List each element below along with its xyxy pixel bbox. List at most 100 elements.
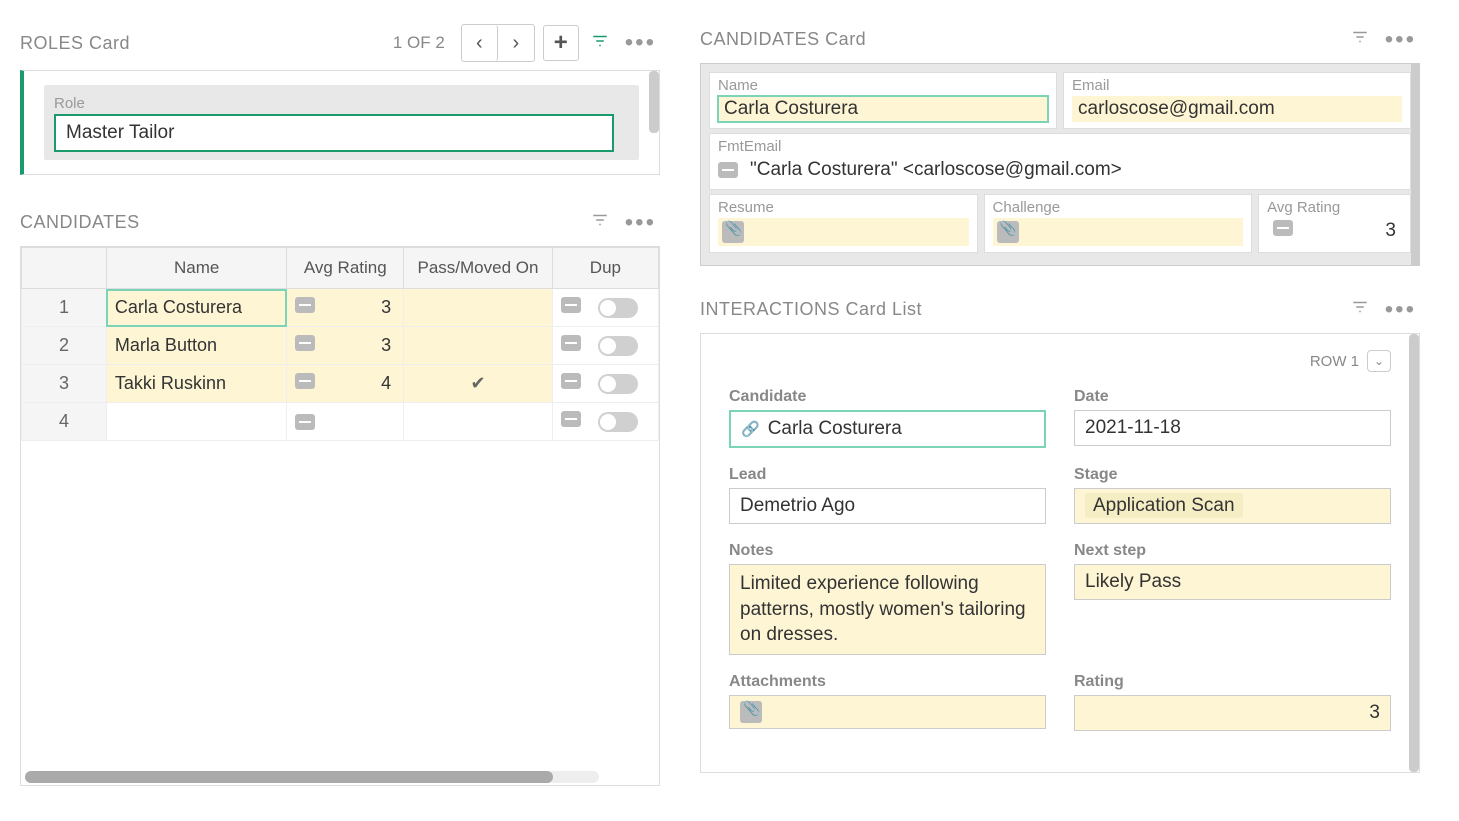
candidates-table: Name Avg Rating Pass/Moved On Dup 1 Carl… xyxy=(20,246,660,786)
expand-button[interactable]: ⌄ xyxy=(1367,350,1391,372)
lead-label: Lead xyxy=(729,466,1046,484)
link-icon: 🔗 xyxy=(741,420,760,438)
pass-cell[interactable] xyxy=(404,327,553,365)
rownum: 1 xyxy=(22,289,107,327)
stage-label: Stage xyxy=(1074,466,1391,484)
candidates-card-title: CANDIDATES Card xyxy=(700,29,866,50)
name-cell[interactable]: Marla Button xyxy=(106,327,286,365)
next-input[interactable]: Likely Pass xyxy=(1074,564,1391,600)
candidates-card-header: CANDIDATES Card ••• xyxy=(700,20,1420,63)
toggle[interactable] xyxy=(598,412,638,432)
interactions-card: ROW 1 ⌄ Candidate 🔗Carla Costurera Date … xyxy=(700,333,1420,773)
table-row[interactable]: 3 Takki Ruskinn 4 ✔ xyxy=(22,365,659,403)
filter-icon[interactable] xyxy=(587,28,613,59)
challenge-label: Challenge xyxy=(993,199,1244,216)
toggle[interactable] xyxy=(598,374,638,394)
candidates-card: Name Carla Costurera Email carloscose@gm… xyxy=(700,63,1420,266)
pass-cell[interactable] xyxy=(404,289,553,327)
dup-cell[interactable] xyxy=(552,289,658,327)
pill-icon xyxy=(295,335,315,351)
pill-icon xyxy=(561,373,581,389)
more-icon[interactable]: ••• xyxy=(1381,305,1420,315)
pill-icon xyxy=(295,297,315,313)
email-label: Email xyxy=(1072,77,1402,94)
attachment-icon xyxy=(722,221,744,243)
col-pass[interactable]: Pass/Moved On xyxy=(404,248,553,289)
toggle[interactable] xyxy=(598,336,638,356)
fmtemail-value[interactable]: "Carla Costurera" <carloscose@gmail.com> xyxy=(718,157,1402,183)
next-button[interactable]: › xyxy=(498,25,534,61)
notes-input[interactable]: Limited experience following patterns, m… xyxy=(729,564,1046,655)
col-name[interactable]: Name xyxy=(106,248,286,289)
name-cell[interactable] xyxy=(106,403,286,441)
candidate-input[interactable]: 🔗Carla Costurera xyxy=(729,410,1046,448)
pill-icon xyxy=(718,162,738,178)
pill-icon xyxy=(561,297,581,313)
roles-card: Role Master Tailor xyxy=(20,70,660,175)
resume-value[interactable] xyxy=(718,218,969,246)
check-icon: ✔ xyxy=(470,373,485,393)
candidate-label: Candidate xyxy=(729,388,1046,406)
resume-label: Resume xyxy=(718,199,969,216)
more-icon[interactable]: ••• xyxy=(1381,35,1420,45)
interactions-header: INTERACTIONS Card List ••• xyxy=(700,290,1420,333)
rating-input[interactable]: 3 xyxy=(1074,695,1391,731)
attachments-label: Attachments xyxy=(729,673,1046,691)
pill-icon xyxy=(561,411,581,427)
avg-value[interactable]: 3 xyxy=(1267,218,1402,244)
next-label: Next step xyxy=(1074,542,1391,560)
pill-icon xyxy=(295,373,315,389)
table-row[interactable]: 2 Marla Button 3 xyxy=(22,327,659,365)
table-row[interactable]: 4 xyxy=(22,403,659,441)
candidates-title: CANDIDATES xyxy=(20,212,140,233)
stage-input[interactable]: Application Scan xyxy=(1074,488,1391,524)
filter-icon[interactable] xyxy=(587,207,613,238)
name-value[interactable]: Carla Costurera xyxy=(718,96,1048,122)
attachment-icon xyxy=(740,701,762,723)
dup-cell[interactable] xyxy=(552,327,658,365)
rating-cell[interactable]: 3 xyxy=(287,327,404,365)
add-button[interactable]: + xyxy=(543,25,579,61)
interactions-title: INTERACTIONS Card List xyxy=(700,299,922,320)
rownum: 4 xyxy=(22,403,107,441)
filter-icon[interactable] xyxy=(1347,24,1373,55)
email-value[interactable]: carloscose@gmail.com xyxy=(1072,96,1402,122)
rownum: 3 xyxy=(22,365,107,403)
roles-title: ROLES Card xyxy=(20,33,130,54)
rating-cell[interactable] xyxy=(287,403,404,441)
name-cell[interactable]: Carla Costurera xyxy=(106,289,286,327)
col-dup[interactable]: Dup xyxy=(552,248,658,289)
attachment-icon xyxy=(997,221,1019,243)
dup-cell[interactable] xyxy=(552,365,658,403)
challenge-value[interactable] xyxy=(993,218,1244,246)
filter-icon[interactable] xyxy=(1347,294,1373,325)
pill-icon xyxy=(295,414,315,430)
col-avg[interactable]: Avg Rating xyxy=(287,248,404,289)
pill-icon xyxy=(561,335,581,351)
rating-cell[interactable]: 4 xyxy=(287,365,404,403)
pass-cell[interactable]: ✔ xyxy=(404,365,553,403)
scrollbar-horizontal[interactable] xyxy=(25,771,599,783)
name-cell[interactable]: Takki Ruskinn xyxy=(106,365,286,403)
notes-label: Notes xyxy=(729,542,1046,560)
fmtemail-label: FmtEmail xyxy=(718,138,1402,155)
roles-header: ROLES Card 1 OF 2 ‹ › + ••• xyxy=(20,20,660,70)
col-rownum xyxy=(22,248,107,289)
date-label: Date xyxy=(1074,388,1391,406)
role-input[interactable]: Master Tailor xyxy=(54,114,614,152)
rating-label: Rating xyxy=(1074,673,1391,691)
date-input[interactable]: 2021-11-18 xyxy=(1074,410,1391,446)
table-row[interactable]: 1 Carla Costurera 3 xyxy=(22,289,659,327)
rating-cell[interactable]: 3 xyxy=(287,289,404,327)
role-label: Role xyxy=(54,95,629,112)
row-indicator: ROW 1 xyxy=(1310,353,1359,370)
dup-cell[interactable] xyxy=(552,403,658,441)
toggle[interactable] xyxy=(598,298,638,318)
pass-cell[interactable] xyxy=(404,403,553,441)
prev-button[interactable]: ‹ xyxy=(462,25,498,61)
lead-input[interactable]: Demetrio Ago xyxy=(729,488,1046,524)
rownum: 2 xyxy=(22,327,107,365)
more-icon[interactable]: ••• xyxy=(621,38,660,48)
attachments-input[interactable] xyxy=(729,695,1046,729)
more-icon[interactable]: ••• xyxy=(621,218,660,228)
